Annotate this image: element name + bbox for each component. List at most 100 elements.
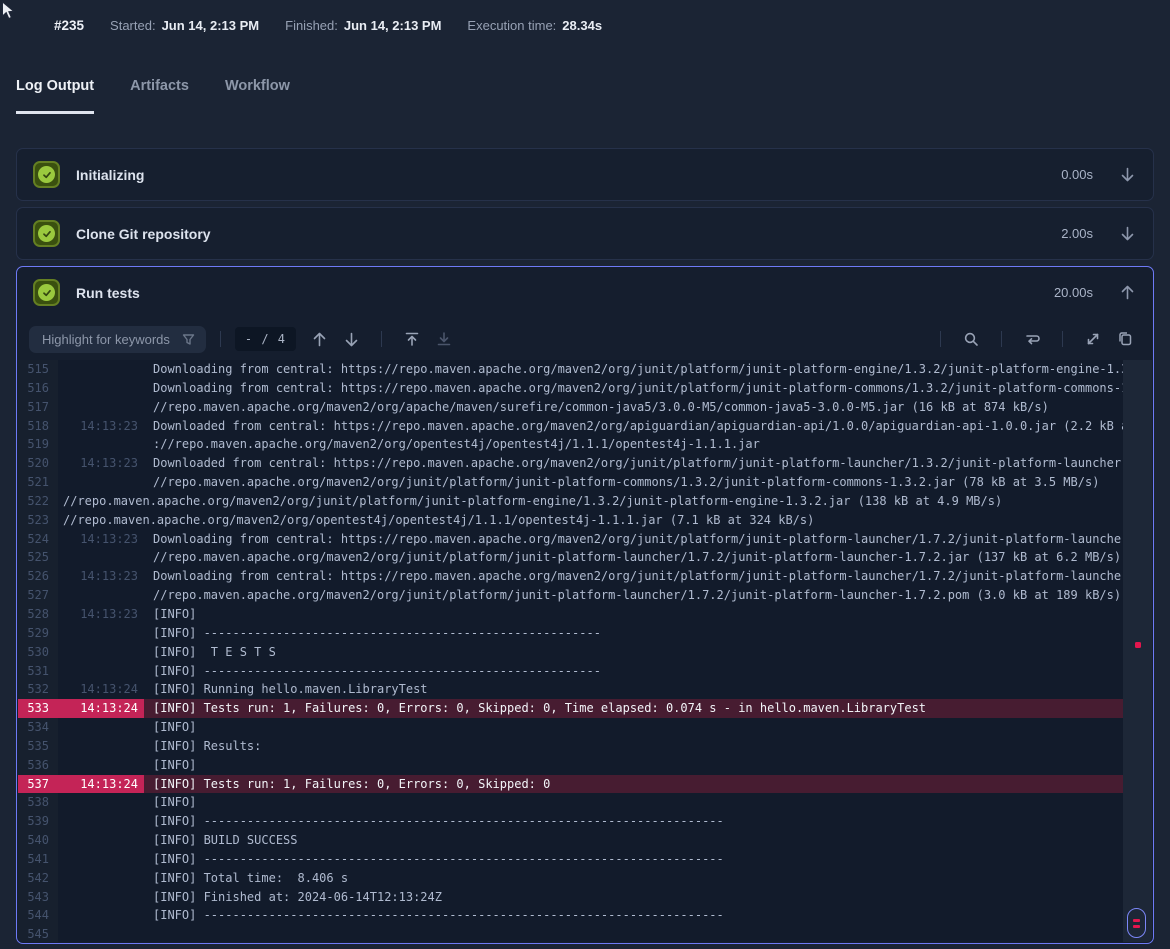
log-line[interactable]: 536[INFO] — [18, 756, 1123, 775]
line-text: //repo.maven.apache.org/maven2/org/junit… — [58, 492, 1123, 511]
search-icon[interactable] — [958, 326, 984, 352]
keyword-highlight-input[interactable]: Highlight for keywords — [29, 326, 206, 353]
log-line[interactable]: 543[INFO] Finished at: 2024-06-14T12:13:… — [18, 888, 1123, 907]
line-number: 528 — [18, 605, 58, 624]
log-line[interactable]: 544 [INFO] ------------------------------… — [18, 906, 1123, 925]
log-toolbar: Highlight for keywords - / 4 — [17, 318, 1153, 360]
log-line[interactable]: 53214:13:24[INFO] Running hello.maven.Li… — [18, 680, 1123, 699]
log-line[interactable]: 531 [INFO] ------------------------------… — [18, 662, 1123, 681]
copy-log-icon[interactable] — [1112, 326, 1138, 352]
line-text: [INFO] Tests run: 1, Failures: 0, Errors… — [144, 699, 1123, 718]
log-line[interactable]: 53314:13:24[INFO] Tests run: 1, Failures… — [18, 699, 1123, 718]
line-number: 537 — [18, 775, 58, 794]
line-number: 544 — [18, 906, 58, 925]
log-line[interactable]: 541[INFO] ------------------------------… — [18, 850, 1123, 869]
line-timestamp — [58, 379, 144, 398]
scroll-to-bottom-icon[interactable] — [431, 326, 457, 352]
build-number: #235 — [54, 18, 84, 33]
line-text: [INFO] ---------------------------------… — [144, 624, 1123, 643]
expand-step-arrow-down-icon[interactable] — [1117, 165, 1137, 185]
tab-log-output[interactable]: Log Output — [16, 78, 94, 114]
line-timestamp: 14:13:24 — [58, 699, 144, 718]
line-number: 522 — [18, 492, 58, 511]
step-header-run-tests[interactable]: Run tests 20.00s — [17, 267, 1153, 318]
line-timestamp — [58, 643, 144, 662]
line-timestamp — [58, 831, 144, 850]
line-number: 515 — [18, 360, 58, 379]
started-label: Started: — [110, 18, 156, 33]
log-line[interactable]: 515Downloading from central: https://rep… — [18, 360, 1123, 379]
line-timestamp — [58, 812, 144, 831]
line-number: 532 — [18, 680, 58, 699]
line-number: 518 — [18, 417, 58, 436]
scroll-to-top-icon[interactable] — [399, 326, 425, 352]
log-line[interactable]: 529 [INFO] ------------------------------… — [18, 624, 1123, 643]
line-timestamp: 14:13:23 — [58, 605, 144, 624]
step-header-initializing[interactable]: Initializing 0.00s — [17, 149, 1153, 200]
line-text: [INFO] — [144, 718, 1123, 737]
collapse-step-arrow-up-icon[interactable] — [1117, 283, 1137, 303]
line-number: 531 — [18, 662, 58, 681]
build-finished: Finished: Jun 14, 2:13 PM — [285, 18, 441, 33]
highlight-marker — [1133, 919, 1140, 922]
log-line[interactable]: 517//repo.maven.apache.org/maven2/org/ap… — [18, 398, 1123, 417]
step-panel-clone-git: Clone Git repository 2.00s — [16, 207, 1154, 260]
line-number: 539 — [18, 812, 58, 831]
wrap-lines-icon[interactable] — [1019, 326, 1045, 352]
log-line[interactable]: 52014:13:23Downloaded from central: http… — [18, 454, 1123, 473]
log-line[interactable]: 523//repo.maven.apache.org/maven2/org/op… — [18, 511, 1123, 530]
log-line[interactable]: 516Downloading from central: https://rep… — [18, 379, 1123, 398]
tab-bar: Log Output Artifacts Workflow — [16, 78, 290, 114]
line-text: ://repo.maven.apache.org/maven2/org/open… — [144, 435, 1123, 454]
scrollbar-thumb[interactable] — [1127, 908, 1146, 938]
fullscreen-icon[interactable] — [1080, 326, 1106, 352]
log-line[interactable]: 52814:13:23[INFO] — [18, 605, 1123, 624]
line-number: 526 — [18, 567, 58, 586]
line-number: 533 — [18, 699, 58, 718]
tab-workflow[interactable]: Workflow — [225, 78, 290, 114]
log-line[interactable]: 539[INFO] ------------------------------… — [18, 812, 1123, 831]
log-line[interactable]: 538[INFO] — [18, 793, 1123, 812]
log-line[interactable]: 535[INFO] Results: — [18, 737, 1123, 756]
next-match-arrow-down-icon[interactable] — [338, 326, 364, 352]
log-line[interactable]: 52614:13:23Downloading from central: htt… — [18, 567, 1123, 586]
toolbar-divider — [1062, 331, 1063, 347]
log-line[interactable]: 519://repo.maven.apache.org/maven2/org/o… — [18, 435, 1123, 454]
step-header-clone-git[interactable]: Clone Git repository 2.00s — [17, 208, 1153, 259]
log-line[interactable]: 542[INFO] Total time: 8.406 s — [18, 869, 1123, 888]
line-timestamp — [58, 548, 144, 567]
match-counter: - / 4 — [235, 327, 296, 351]
line-text: [INFO] ---------------------------------… — [144, 906, 1123, 925]
line-number: 542 — [18, 869, 58, 888]
log-line[interactable]: 527//repo.maven.apache.org/maven2/org/ju… — [18, 586, 1123, 605]
log-line[interactable]: 545 — [18, 925, 1123, 942]
log-line[interactable]: 530[INFO] T E S T S — [18, 643, 1123, 662]
line-text — [144, 925, 1123, 942]
log-line[interactable]: 540[INFO] BUILD SUCCESS — [18, 831, 1123, 850]
line-timestamp — [58, 624, 144, 643]
step-title: Initializing — [76, 167, 144, 183]
log-line[interactable]: 525//repo.maven.apache.org/maven2/org/ju… — [18, 548, 1123, 567]
log-line[interactable]: 534[INFO] — [18, 718, 1123, 737]
line-text: //repo.maven.apache.org/maven2/org/apach… — [144, 398, 1123, 417]
log-line[interactable]: 53714:13:24[INFO] Tests run: 1, Failures… — [18, 775, 1123, 794]
log-line[interactable]: 522//repo.maven.apache.org/maven2/org/ju… — [18, 492, 1123, 511]
line-number: 525 — [18, 548, 58, 567]
line-text: [INFO] ---------------------------------… — [144, 662, 1123, 681]
expand-step-arrow-down-icon[interactable] — [1117, 224, 1137, 244]
line-text: [INFO] — [144, 793, 1123, 812]
line-timestamp — [58, 360, 144, 379]
log-line[interactable]: 521//repo.maven.apache.org/maven2/org/ju… — [18, 473, 1123, 492]
log-scrollbar[interactable] — [1123, 360, 1152, 942]
execution-time-value: 28.34s — [562, 18, 602, 33]
log-line[interactable]: 51814:13:23Downloaded from central: http… — [18, 417, 1123, 436]
line-number: 529 — [18, 624, 58, 643]
line-number: 536 — [18, 756, 58, 775]
success-check-icon — [33, 279, 60, 306]
log-line[interactable]: 52414:13:23Downloading from central: htt… — [18, 530, 1123, 549]
line-text: [INFO] Running hello.maven.LibraryTest — [144, 680, 1123, 699]
line-timestamp — [58, 586, 144, 605]
tab-artifacts[interactable]: Artifacts — [130, 78, 189, 114]
prev-match-arrow-up-icon[interactable] — [306, 326, 332, 352]
line-timestamp: 14:13:23 — [58, 454, 144, 473]
